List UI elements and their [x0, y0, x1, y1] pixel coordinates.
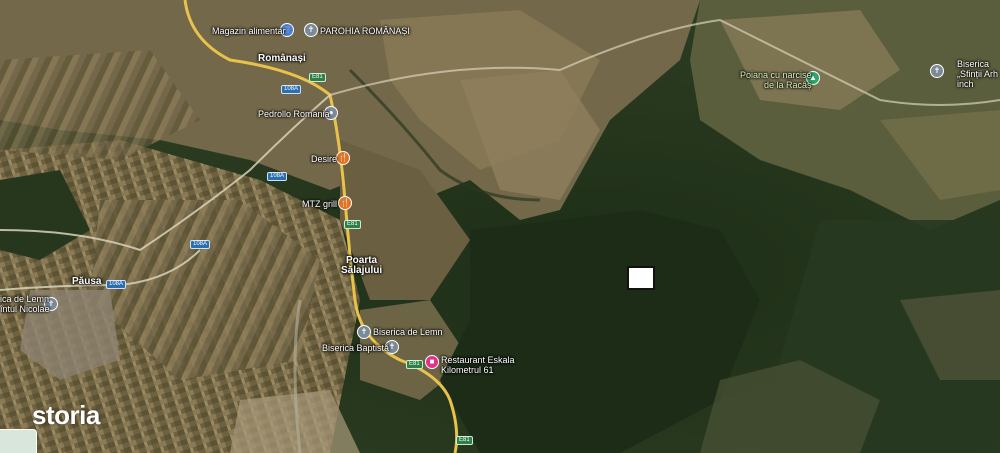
place-label-pedrollo[interactable]: Pedrollo Romania — [258, 109, 330, 119]
road-shield-e81: E81 — [406, 360, 423, 369]
place-label-poiana-narcise[interactable]: Poiana cu narcise de la Racâș — [740, 70, 812, 90]
restaurant-icon[interactable]: 🍴 — [338, 196, 352, 210]
town-label-poarta-salajului[interactable]: Poarta Sălajului — [341, 256, 382, 276]
church-icon[interactable]: ✝ — [357, 325, 371, 339]
road-shield-e81: E81 — [309, 73, 326, 82]
place-label-biserica-de-lemn[interactable]: Biserica de Lemn — [373, 327, 443, 337]
road-shield-108a: 108A — [190, 240, 211, 249]
road-shield-108a: 108A — [281, 85, 302, 94]
place-label-restaurant-eskala[interactable]: Restaurant Eskala Kilometrul 61 — [441, 355, 515, 375]
storia-logo: storia — [32, 400, 100, 430]
church-icon[interactable]: ✝ — [304, 23, 318, 37]
satellite-map[interactable]: E81 108A 108A 108A 108A E81 E81 E81 🛒 Ma… — [0, 0, 1000, 453]
town-label-pausa[interactable]: Păusa — [72, 277, 101, 287]
church-icon[interactable]: ✝ — [930, 64, 944, 78]
town-label-romanasi[interactable]: Românași — [258, 54, 306, 64]
map-layer-toggle[interactable] — [0, 429, 37, 453]
road-shield-e81: E81 — [344, 220, 361, 229]
place-label-parohia[interactable]: PAROHIA ROMÂNAȘI — [320, 26, 410, 36]
place-label-biserica-right[interactable]: Biserica „Sfinții Arh inch — [957, 59, 998, 89]
place-label-biserica-baptista[interactable]: Biserica Baptistă — [322, 343, 389, 353]
road-shield-e81: E81 — [456, 436, 473, 445]
place-label-mtz-grill[interactable]: MTZ grill — [302, 199, 337, 209]
place-label-biserica-lemn-left[interactable]: ica de Lemn întul Nicolae — [0, 294, 50, 314]
bed-icon[interactable]: ■ — [425, 355, 439, 369]
map-terrain — [0, 0, 1000, 453]
place-label-magazin[interactable]: Magazin alimentar — [212, 26, 286, 36]
place-label-desire[interactable]: Desire — [311, 154, 337, 164]
restaurant-icon[interactable]: 🍴 — [336, 151, 350, 165]
road-shield-108a: 108A — [106, 280, 127, 289]
property-location-marker[interactable] — [627, 266, 655, 290]
road-shield-108a: 108A — [267, 172, 288, 181]
